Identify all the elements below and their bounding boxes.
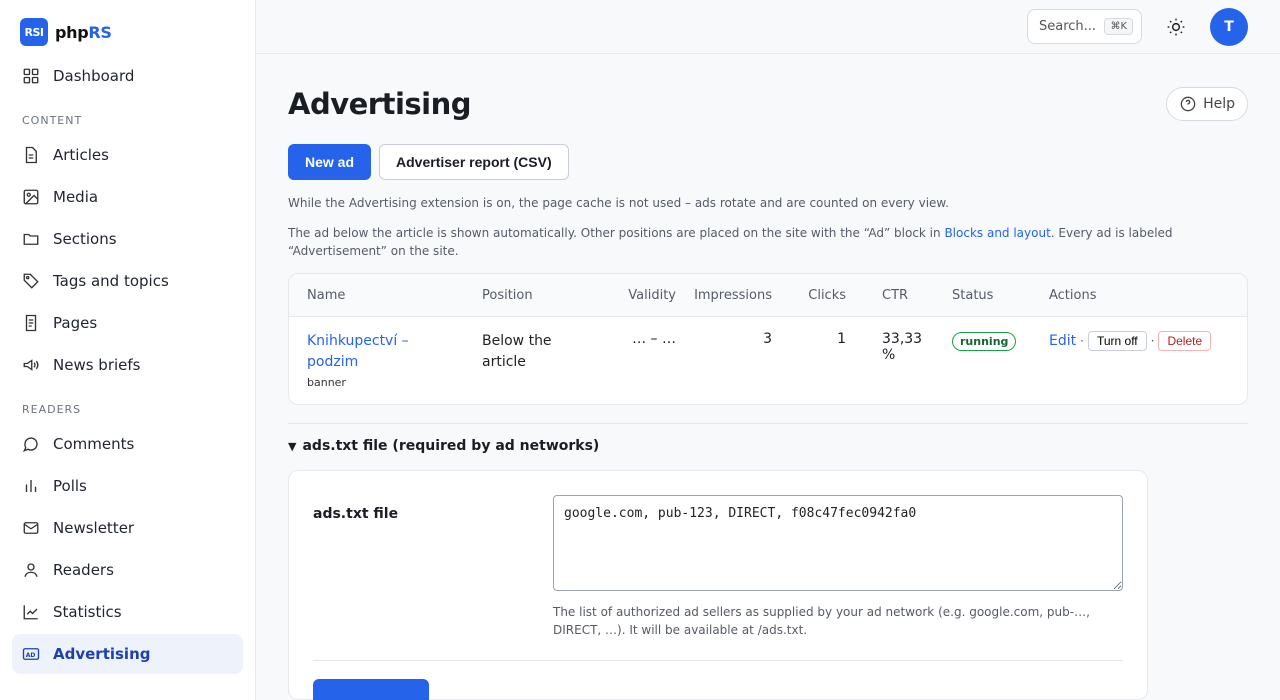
sidebar-item-media[interactable]: Media xyxy=(12,177,243,217)
status-badge: running xyxy=(952,332,1017,351)
brand-logo: RSI xyxy=(20,18,48,46)
col-position: Position xyxy=(482,287,533,303)
ad-validity: … – … xyxy=(632,331,676,347)
adstxt-textarea[interactable]: google.com, pub-123, DIRECT, f08c47fec09… xyxy=(553,495,1123,591)
col-name: Name xyxy=(307,287,346,303)
chart-icon xyxy=(23,605,38,620)
adstxt-label: ads.txt file xyxy=(313,506,399,522)
help-label: Help xyxy=(1203,96,1235,112)
mail-icon xyxy=(23,522,39,534)
ad-position: Below the article xyxy=(482,333,552,370)
brand-name: phpRS xyxy=(55,22,112,42)
sidebar-item-label: Advertising xyxy=(53,645,151,663)
table-row: Knihkupectví – podzim banner Below the a… xyxy=(289,317,1247,389)
sidebar-item-label: Pages xyxy=(53,314,98,332)
sidebar-item-label: Polls xyxy=(53,477,87,495)
poll-icon xyxy=(25,480,37,492)
ad-type: banner xyxy=(307,376,346,389)
info-cache: While the Advertising extension is on, t… xyxy=(288,196,949,210)
help-button[interactable]: Help xyxy=(1166,87,1248,121)
col-actions: Actions xyxy=(1049,287,1097,303)
search-input[interactable]: Search... ⌘K xyxy=(1027,9,1142,44)
user-icon xyxy=(24,563,38,577)
ad-clicks: 1 xyxy=(837,331,846,347)
sidebar-item-comments[interactable]: Comments xyxy=(12,424,243,464)
sidebar-item-label: Readers xyxy=(53,561,114,579)
info-positions: The ad below the article is shown automa… xyxy=(288,226,1173,258)
col-ctr: CTR xyxy=(882,287,909,303)
nav-section-readers: READERS xyxy=(22,403,82,416)
sidebar: RSI phpRS Dashboard CONTENT Articles Med… xyxy=(0,0,256,700)
ad-name-link[interactable]: Knihkupectví – podzim xyxy=(307,331,427,373)
sidebar-item-articles[interactable]: Articles xyxy=(12,135,243,175)
document-icon xyxy=(25,146,37,164)
topbar: Search... ⌘K T xyxy=(256,0,1280,54)
adstxt-summary-label: ads.txt file (required by ad networks) xyxy=(302,438,600,454)
sidebar-item-label: Statistics xyxy=(53,603,122,621)
tag-icon xyxy=(23,273,39,289)
separator-dot: · xyxy=(1150,334,1155,348)
sidebar-item-news-briefs[interactable]: News briefs xyxy=(12,345,243,385)
page-actions: New ad Advertiser report (CSV) xyxy=(288,144,1248,180)
page-title: Advertising xyxy=(288,87,472,121)
sidebar-item-tags[interactable]: Tags and topics xyxy=(12,261,243,301)
sidebar-item-label: Dashboard xyxy=(53,67,135,85)
sidebar-item-readers[interactable]: Readers xyxy=(12,550,243,590)
search-shortcut: ⌘K xyxy=(1104,18,1133,35)
content: Advertising Help New ad Advertiser repor… xyxy=(256,54,1280,700)
nav-section-content: CONTENT xyxy=(22,114,83,127)
help-icon xyxy=(1180,96,1196,112)
sidebar-item-label: Sections xyxy=(53,230,117,248)
sidebar-item-advertising[interactable]: AD Advertising xyxy=(12,634,243,674)
col-status: Status xyxy=(952,287,994,303)
main: Search... ⌘K T Advertising Help New ad A… xyxy=(256,0,1280,700)
blocks-and-layout-link[interactable]: Blocks and layout xyxy=(944,226,1050,240)
save-button[interactable] xyxy=(313,679,429,700)
col-clicks: Clicks xyxy=(808,287,846,303)
adstxt-card: ads.txt file google.com, pub-123, DIRECT… xyxy=(288,470,1148,700)
sidebar-item-pages[interactable]: Pages xyxy=(12,303,243,343)
ad-impressions: 3 xyxy=(763,331,772,347)
separator-dot: · xyxy=(1080,334,1084,348)
ads-table: Name Position Validity Impressions Click… xyxy=(288,273,1248,405)
sidebar-item-label: Comments xyxy=(53,435,135,453)
sidebar-item-sections[interactable]: Sections xyxy=(12,219,243,259)
sidebar-item-label: Articles xyxy=(53,146,109,164)
delete-ad-button[interactable]: Delete xyxy=(1158,331,1212,351)
page-icon xyxy=(25,314,37,332)
brand[interactable]: RSI phpRS xyxy=(12,16,243,46)
folder-icon xyxy=(23,233,39,245)
col-impressions: Impressions xyxy=(694,287,772,303)
triangle-down-icon: ▼ xyxy=(288,439,297,453)
col-validity: Validity xyxy=(628,287,676,303)
sidebar-item-dashboard[interactable]: Dashboard xyxy=(12,56,243,96)
sidebar-item-statistics[interactable]: Statistics xyxy=(12,592,243,632)
sun-icon xyxy=(1167,18,1185,35)
sidebar-item-label: Newsletter xyxy=(53,519,135,537)
adstxt-help: The list of authorized ad sellers as sup… xyxy=(553,605,1090,637)
dashboard-icon xyxy=(23,68,39,84)
advertiser-report-button[interactable]: Advertiser report (CSV) xyxy=(379,144,569,180)
turn-off-button[interactable]: Turn off xyxy=(1087,331,1147,351)
table-header: Name Position Validity Impressions Click… xyxy=(289,274,1247,317)
section-divider xyxy=(288,423,1248,424)
comment-icon xyxy=(22,437,38,453)
form-divider xyxy=(313,660,1123,661)
ad-icon: AD xyxy=(22,648,40,660)
svg-text:AD: AD xyxy=(26,652,36,659)
sidebar-item-label: News briefs xyxy=(53,356,141,374)
theme-toggle-button[interactable] xyxy=(1160,11,1192,43)
image-icon xyxy=(23,189,39,205)
sidebar-item-label: Media xyxy=(53,188,99,206)
megaphone-icon xyxy=(23,359,39,371)
ad-ctr: 33,33 % xyxy=(882,331,923,363)
sidebar-item-label: Tags and topics xyxy=(53,272,169,290)
search-placeholder: Search... xyxy=(1039,19,1097,34)
sidebar-item-newsletter[interactable]: Newsletter xyxy=(12,508,243,548)
adstxt-summary-toggle[interactable]: ▼ ads.txt file (required by ad networks) xyxy=(288,438,1248,454)
sidebar-item-polls[interactable]: Polls xyxy=(12,466,243,506)
avatar[interactable]: T xyxy=(1210,7,1248,46)
edit-ad-link[interactable]: Edit xyxy=(1049,333,1076,349)
new-ad-button[interactable]: New ad xyxy=(288,144,372,180)
